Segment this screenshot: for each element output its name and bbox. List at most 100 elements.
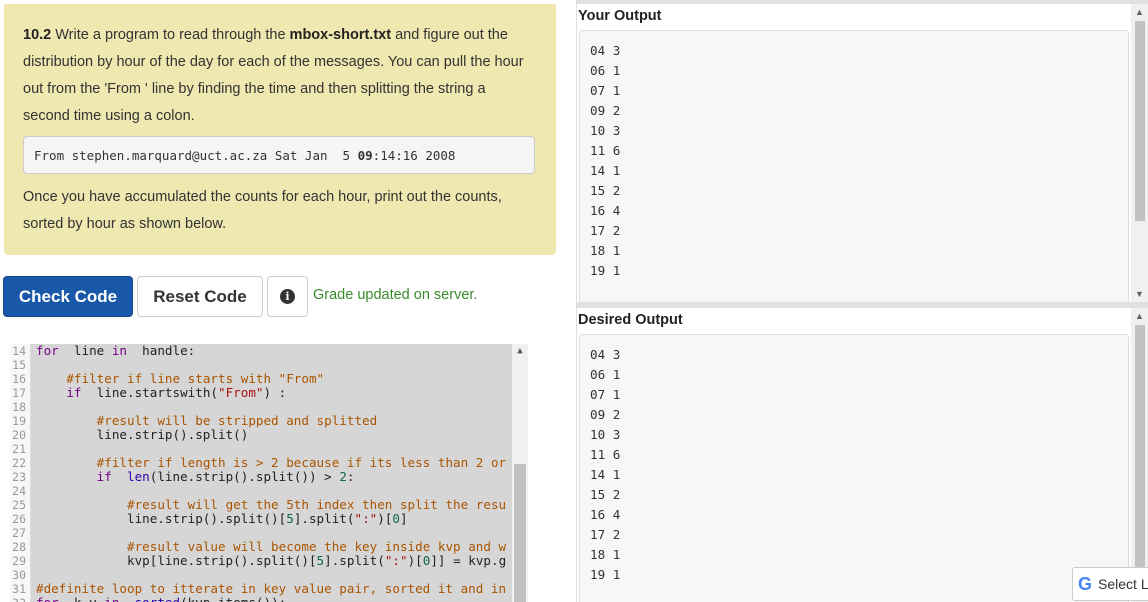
code-line[interactable]: 16 #filter if line starts with "From" [10, 371, 528, 387]
code-line[interactable]: 26 line.strip().split()[5].split(":")[0] [10, 511, 528, 527]
code-line[interactable]: 21 [10, 442, 528, 456]
code-line[interactable]: 24 [10, 484, 528, 498]
problem-number: 10.2 [23, 27, 52, 43]
output-line: 06 1 [590, 63, 621, 78]
line-number: 15 [12, 358, 26, 372]
scroll-up-icon[interactable]: ▲ [512, 346, 528, 356]
scroll-down-icon[interactable]: ▼ [1131, 289, 1148, 299]
desired-output-box: 04 3 06 1 07 1 09 2 10 3 11 6 14 1 15 2 16 4 17 2… [579, 334, 1129, 602]
your-output-box: 04 3 06 1 07 1 09 2 10 3 11 6 14 1 15 2 16 4 17 2… [579, 30, 1129, 302]
output-line: 18 1 [590, 547, 621, 562]
google-g-icon: G [1078, 573, 1093, 594]
right-pane: Your Output 04 3 06 1 07 1 09 2 10 3 11 6 14 1… [576, 0, 1148, 602]
code-text: if len(line.strip().split()) > 2: [96, 469, 355, 484]
info-button[interactable]: i [267, 276, 308, 317]
output-line: 10 3 [590, 123, 621, 138]
your-output-scroll-thumb[interactable] [1135, 21, 1145, 221]
line-number: 31 [12, 582, 26, 596]
code-line[interactable]: 25 #result will get the 5th index then s… [10, 497, 528, 513]
code-text: #filter if line starts with "From" [66, 371, 325, 386]
code-text: #result value will become the key inside… [127, 539, 507, 554]
problem-filename: mbox-short.txt [289, 27, 392, 43]
output-line: 14 1 [590, 467, 621, 482]
your-output-scrollbar[interactable]: ▲ ▼ [1131, 4, 1148, 302]
line-number: 30 [12, 568, 26, 582]
code-line[interactable]: 29 kvp[line.strip().split()[5].split(":"… [10, 553, 528, 569]
output-line: 17 2 [590, 223, 621, 238]
problem-description: 10.2 Write a program to read through the… [23, 27, 524, 124]
code-text: #result will get the 5th index then spli… [127, 497, 507, 512]
info-icon: i [280, 289, 295, 304]
output-line: 19 1 [590, 263, 621, 278]
code-line[interactable]: 22 #filter if length is > 2 because if i… [10, 455, 528, 471]
line-number: 25 [12, 498, 26, 512]
code-text: for line in handle: [36, 344, 196, 358]
scroll-up-icon[interactable]: ▲ [1131, 7, 1148, 17]
google-translate-widget[interactable]: G Select L [1072, 567, 1148, 601]
line-number: 29 [12, 554, 26, 568]
code-line[interactable]: 23 if len(line.strip().split()) > 2: [10, 469, 528, 485]
line-number: 28 [12, 540, 26, 554]
output-line: 15 2 [590, 487, 621, 502]
line-number: 22 [12, 456, 26, 470]
line-number: 26 [12, 512, 26, 526]
check-code-button[interactable]: Check Code [3, 276, 133, 317]
code-line[interactable]: 28 #result value will become the key ins… [10, 539, 528, 555]
output-line: 11 6 [590, 447, 621, 462]
code-line[interactable]: 14 for line in handle: [10, 344, 528, 358]
scroll-up-icon[interactable]: ▲ [1131, 311, 1148, 321]
output-line: 11 6 [590, 143, 621, 158]
line-number: 21 [12, 442, 26, 456]
code-line[interactable]: 18 [10, 400, 528, 414]
output-line: 09 2 [590, 103, 621, 118]
editor-scroll-thumb[interactable] [514, 464, 526, 602]
problem-statement: 10.2 Write a program to read through the… [4, 4, 556, 255]
code-line[interactable]: 19 #result will be stripped and splitted [10, 413, 528, 429]
left-pane: 10.2 Write a program to read through the… [0, 0, 556, 602]
code-line[interactable]: 17 if line.startswith("From") : [10, 385, 528, 401]
example-from-line: From stephen.marquard@uct.ac.za Sat Jan … [23, 136, 535, 174]
reset-code-button[interactable]: Reset Code [137, 276, 263, 317]
code-text: line.strip().split() [36, 427, 249, 442]
output-line: 06 1 [590, 367, 621, 382]
code-text: #definite loop to itterate in key value … [36, 581, 507, 596]
code-text: kvp[line.strip().split()[5].split(":")[0… [36, 553, 507, 568]
line-number: 32 [10, 596, 26, 602]
code-line[interactable]: 31 #definite loop to itterate in key valu… [10, 581, 528, 597]
output-line: 17 2 [590, 527, 621, 542]
code-text: #result will be stripped and splitted [96, 413, 378, 428]
your-output-title: Your Output [578, 8, 662, 24]
your-output-panel: Your Output 04 3 06 1 07 1 09 2 10 3 11 6 14 1… [577, 4, 1148, 302]
line-number: 23 [12, 470, 26, 484]
line-number: 24 [12, 484, 26, 498]
output-line: 14 1 [590, 163, 621, 178]
code-line[interactable]: 15 [10, 358, 528, 372]
editor-scrollbar[interactable]: ▲ [512, 344, 528, 602]
desired-output-title: Desired Output [578, 312, 683, 328]
problem-footer: Once you have accumulated the counts for… [23, 189, 502, 232]
line-number: 20 [12, 428, 26, 442]
line-number: 14 [12, 344, 26, 358]
code-line[interactable]: 20 line.strip().split() [10, 427, 528, 443]
code-line[interactable]: 27 [10, 526, 528, 540]
line-number: 19 [12, 414, 26, 428]
grade-status: Grade updated on server. [313, 287, 478, 303]
code-text: line.strip().split()[5].split(":")[0] [36, 511, 408, 526]
output-line: 18 1 [590, 243, 621, 258]
line-number: 27 [12, 526, 26, 540]
code-text: #filter if length is > 2 because if its … [96, 455, 507, 470]
desired-output-scrollbar[interactable]: ▲ [1131, 308, 1148, 602]
output-line: 10 3 [590, 427, 621, 442]
code-line[interactable]: 32 for k,v in sorted(kvp.items()): [10, 596, 528, 602]
code-text: if line.startswith("From") : [66, 385, 287, 400]
code-line[interactable]: 30 [10, 568, 528, 582]
desired-output-scroll-thumb[interactable] [1135, 325, 1145, 585]
action-bar: Check Code Reset Code i Grade updated on… [3, 276, 553, 318]
output-line: 07 1 [590, 83, 621, 98]
output-line: 15 2 [590, 183, 621, 198]
output-line: 04 3 [590, 347, 621, 362]
code-text: for k,v in sorted(kvp.items()): [36, 596, 286, 602]
line-number: 18 [12, 400, 26, 414]
code-editor[interactable]: 14 for line in handle: 15 16 #filter if lin… [10, 344, 528, 602]
translate-label: Select L [1098, 576, 1148, 592]
